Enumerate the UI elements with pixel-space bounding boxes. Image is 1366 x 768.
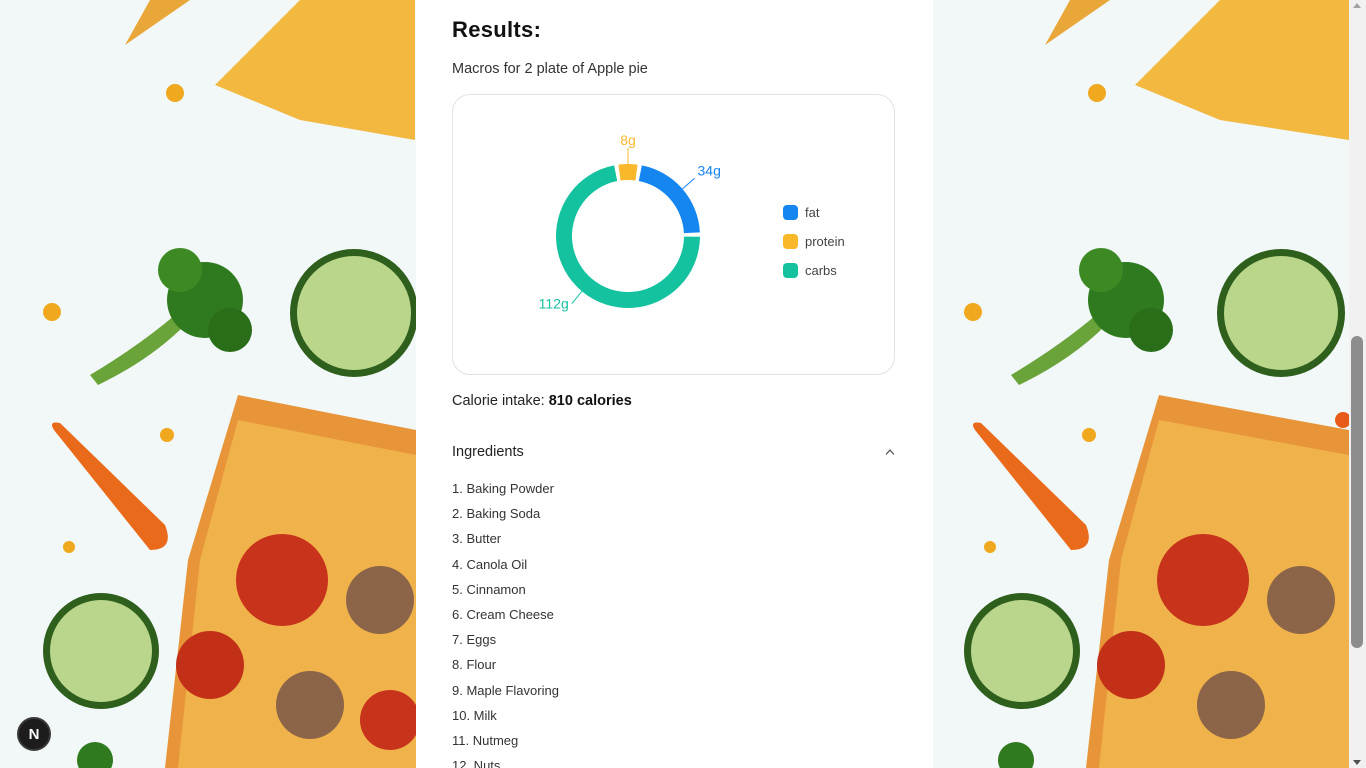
scrollbar-thumb[interactable] (1351, 336, 1363, 648)
nextjs-logo-icon[interactable]: N (17, 717, 51, 751)
label-leader-line (682, 177, 695, 190)
ingredient-item: 9. Maple Flavoring (452, 682, 559, 698)
macros-chart-card: 8g 34g 112g fat protein carbs (452, 94, 895, 375)
scroll-up-arrow-icon[interactable] (1353, 3, 1361, 8)
scroll-down-arrow-icon[interactable] (1353, 760, 1361, 765)
chevron-up-icon (885, 449, 895, 455)
macros-subtitle: Macros for 2 plate of Apple pie (452, 61, 648, 77)
ingredient-item: 7. Eggs (452, 632, 497, 648)
donut-slice-protein[interactable] (618, 164, 638, 181)
calorie-label: Calorie intake: (452, 393, 545, 409)
ingredient-item: 5. Cinnamon (452, 581, 526, 597)
calorie-intake: Calorie intake: 810 calories (452, 393, 632, 409)
results-card: Results: Macros for 2 plate of Apple pie… (416, 0, 933, 768)
ingredient-item: 8. Flour (452, 657, 497, 673)
ingredient-item: 2. Baking Soda (452, 506, 541, 522)
background-food-left (0, 0, 416, 768)
legend-item-protein[interactable]: protein (783, 227, 845, 256)
ingredient-item: 11. Nutmeg (452, 732, 519, 748)
ingredient-item: 3. Butter (452, 531, 502, 547)
legend-swatch (783, 263, 798, 278)
background-food-right (933, 0, 1349, 768)
ingredients-accordion-toggle[interactable]: Ingredients (452, 435, 895, 469)
donut-slice-fat[interactable] (638, 165, 700, 234)
ingredient-item: 4. Canola Oil (452, 556, 528, 572)
legend-label: fat (805, 205, 820, 220)
page-scrollbar[interactable] (1349, 0, 1366, 768)
calorie-value: 810 calories (548, 393, 632, 409)
legend-label: protein (805, 234, 845, 249)
ingredient-list: 1. Baking Powder 2. Baking Soda 3. Butter 4… (452, 480, 559, 768)
legend-label: carbs (805, 263, 837, 278)
legend-swatch (783, 234, 798, 249)
legend-swatch (783, 205, 798, 220)
results-title: Results: (452, 17, 542, 42)
data-label-protein: 8g (620, 132, 636, 148)
legend-item-fat[interactable]: fat (783, 198, 845, 227)
chart-legend: fat protein carbs (783, 198, 845, 285)
ingredient-item: 10. Milk (452, 707, 497, 723)
data-label-carbs: 112g (539, 296, 569, 312)
legend-item-carbs[interactable]: carbs (783, 256, 845, 285)
ingredients-title: Ingredients (452, 444, 524, 460)
ingredient-item: 1. Baking Powder (452, 481, 554, 496)
ingredient-item: 6. Cream Cheese (452, 606, 554, 622)
ingredient-item: 12. Nuts (452, 758, 501, 768)
data-label-fat: 34g (698, 162, 721, 178)
label-leader-line (571, 291, 583, 304)
